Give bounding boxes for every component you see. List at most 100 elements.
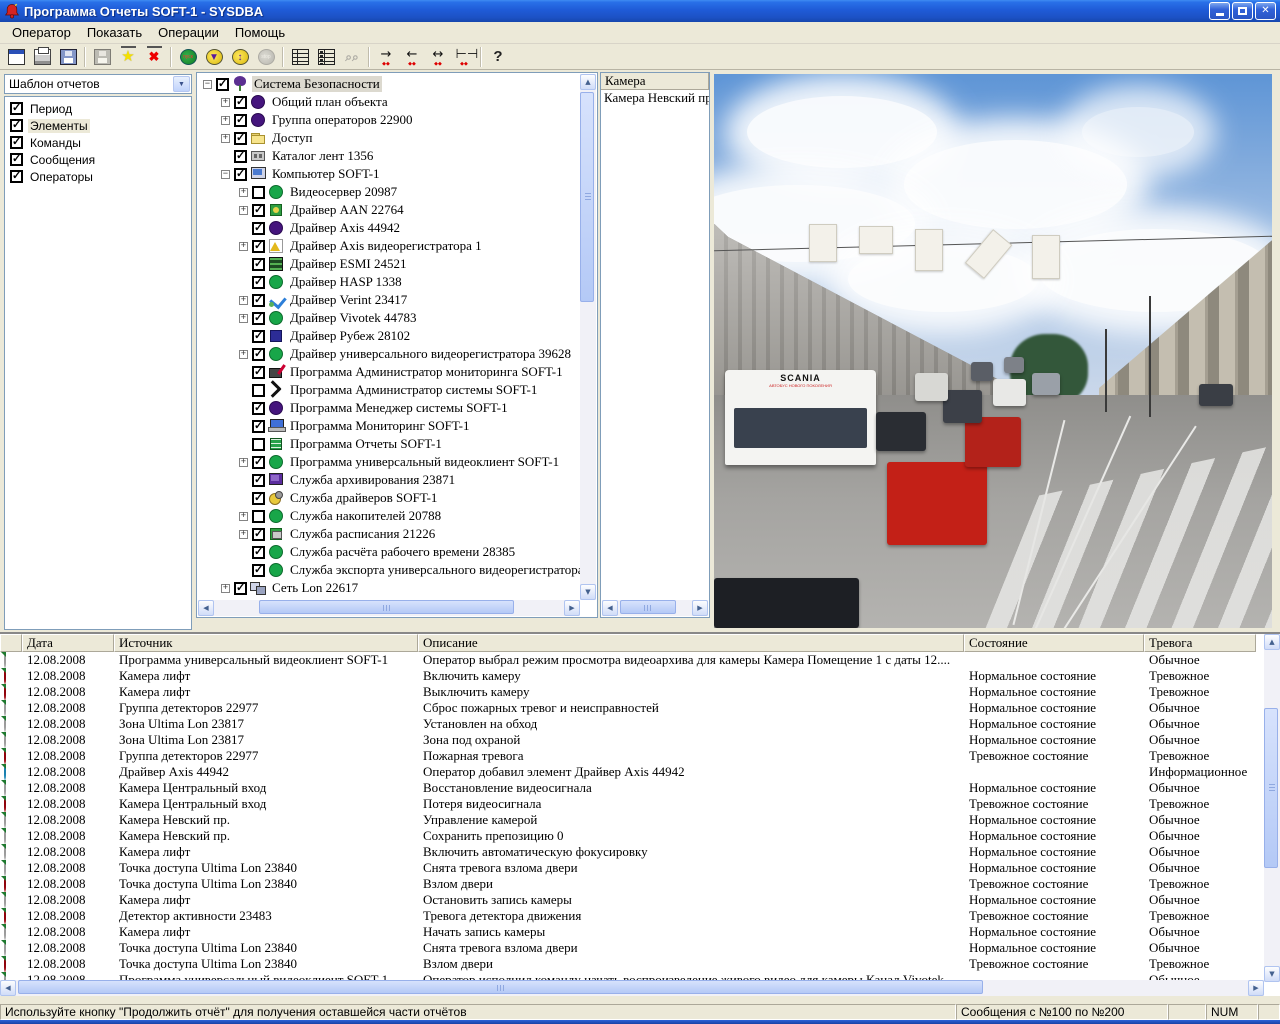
expand-icon[interactable]: + [239,314,248,323]
tree-checkbox[interactable]: ✓ [216,78,229,91]
tree-item-label[interactable]: Система Безопасности [252,76,382,92]
template-option-операторы[interactable]: ✓Операторы [7,168,189,185]
tree-item[interactable]: + Видеосервер 20987 [199,183,580,201]
camera-list-item[interactable]: Камера Невский пр. [601,90,709,106]
expand-icon[interactable]: + [239,458,248,467]
tree-checkbox[interactable]: ✓ [252,528,265,541]
event-row[interactable]: 12.08.2008Зона Ultima Lon 23817Зона под … [0,732,1280,748]
tree-checkbox[interactable]: ✓ [234,96,247,109]
tree-checkbox[interactable]: ✓ [252,564,265,577]
scroll-right-icon[interactable]: ▶ [692,600,708,616]
table-vscroll-track[interactable] [1264,650,1280,966]
tree-item-label[interactable]: Драйвер Рубеж 28102 [288,328,412,344]
column-header-icon[interactable] [0,634,22,652]
new-mark-button[interactable]: ★ [116,46,140,68]
tree-item-label[interactable]: Видеосервер 20987 [288,184,399,200]
tree-item[interactable]: +✓Драйвер Vivotek 44783 [199,309,580,327]
close-button[interactable]: ✕ [1255,2,1276,20]
tree-item[interactable]: −✓Система Безопасности [199,75,580,93]
tree-checkbox[interactable] [252,510,265,523]
tree-item-label[interactable]: Драйвер Axis 44942 [288,220,402,236]
expand-icon[interactable]: + [221,116,230,125]
table-vscroll-thumb[interactable] [1264,708,1278,868]
tree-item-label[interactable]: Служба расчёта рабочего времени 28385 [288,544,517,560]
tree-item[interactable]: ✓Служба архивирования 23871 [199,471,580,489]
checkbox-icon[interactable]: ✓ [10,170,23,183]
template-option-период[interactable]: ✓Период [7,100,189,117]
tree-vscroll-thumb[interactable] [580,92,594,302]
event-row[interactable]: 12.08.2008Камера Центральный входПотеря … [0,796,1280,812]
interval-expand-button[interactable]: ↔ [426,46,450,68]
tree-item-label[interactable]: Драйвер Axis видеорегистратора 1 [288,238,484,254]
expand-icon[interactable]: + [239,530,248,539]
scroll-up-icon[interactable]: ▲ [580,74,596,90]
column-header-Дата[interactable]: Дата [22,634,114,652]
tree-item[interactable]: ✓Программа Мониторинг SOFT-1 [199,417,580,435]
tree-checkbox[interactable]: ✓ [252,546,265,559]
tree-item-label[interactable]: Программа Администратор системы SOFT-1 [288,382,539,398]
expand-icon[interactable]: + [239,242,248,251]
delete-mark-button[interactable]: ✖ [142,46,166,68]
scroll-left-icon[interactable]: ◀ [602,600,618,616]
save-button[interactable] [56,46,80,68]
tree-checkbox[interactable]: ✓ [252,402,265,415]
tree-item-label[interactable]: Служба драйверов SOFT-1 [288,490,439,506]
expand-icon[interactable]: + [239,188,248,197]
scroll-up-icon[interactable]: ▲ [1264,634,1280,650]
column-header-Состояние[interactable]: Состояние [964,634,1144,652]
tree-item[interactable]: +✓Драйвер универсального видеорегистрато… [199,345,580,363]
tree-item[interactable]: ✓Служба драйверов SOFT-1 [199,489,580,507]
tree-item-label[interactable]: Общий план объекта [270,94,390,110]
event-row[interactable]: 12.08.2008Камера Невский пр.Сохранить пр… [0,828,1280,844]
tree-item-label[interactable]: Группа операторов 22900 [270,112,415,128]
event-row[interactable]: 12.08.2008Группа детекторов 22977Сброс п… [0,700,1280,716]
event-row[interactable]: 12.08.2008Камера лифтВыключить камеруНор… [0,684,1280,700]
tree-item[interactable]: +✓Драйвер Verint 23417 [199,291,580,309]
column-header-Источник[interactable]: Источник [114,634,418,652]
table-hscroll-track[interactable] [16,980,1248,996]
event-row[interactable]: 12.08.2008Точка доступа Ultima Lon 23840… [0,956,1280,972]
chevron-down-icon[interactable]: ▼ [173,76,190,92]
tree-item[interactable]: + ✓ Служба расписания 21226 [199,525,580,543]
tree-item-label[interactable]: Программа Мониторинг SOFT-1 [288,418,471,434]
expand-icon[interactable]: + [239,512,248,521]
event-row[interactable]: 12.08.2008Зона Ultima Lon 23817Установле… [0,716,1280,732]
expand-icon[interactable]: + [239,296,248,305]
tree-checkbox[interactable]: ✓ [252,366,265,379]
tree-checkbox[interactable]: ✓ [252,240,265,253]
tree-item[interactable]: ✓Драйвер Axis 44942 [199,219,580,237]
tree-item-label[interactable]: Служба расписания 21226 [288,526,437,542]
tree-item-label[interactable]: Служба экспорта универсального видеореги… [288,562,595,578]
tree-item[interactable]: +✓Драйвер AAN 22764 [199,201,580,219]
tree-checkbox[interactable]: ✓ [234,168,247,181]
tree-hscroll-track[interactable] [214,600,564,616]
tree-item[interactable]: + ✓ Программа универсальный видеоклиент SO… [199,453,580,471]
tree-item-label[interactable]: Драйвер ESMI 24521 [288,256,409,272]
event-row[interactable]: 12.08.2008Камера лифтОстановить запись к… [0,892,1280,908]
tree-checkbox[interactable]: ✓ [252,258,265,271]
table-horizontal-scrollbar[interactable]: ◀ ▶ [0,980,1264,996]
report-details-button[interactable] [314,46,338,68]
expand-icon[interactable]: + [239,350,248,359]
tree-item[interactable]: Программа Администратор системы SOFT-1 [199,381,580,399]
event-row[interactable]: 12.08.2008Драйвер Axis 44942Оператор доб… [0,764,1280,780]
event-row[interactable]: 12.08.2008Точка доступа Ultima Lon 23840… [0,876,1280,892]
interval-full-button[interactable]: ⊢⊣ [452,46,476,68]
collapse-icon[interactable]: − [221,170,230,179]
menu-помощь[interactable]: Помощь [227,23,293,42]
tree-item-label[interactable]: Каталог лент 1356 [270,148,375,164]
tree-item[interactable]: ✓ Программа Администратор мониторинга SOF… [199,363,580,381]
event-row[interactable]: 12.08.2008Камера Невский пр.Управление к… [0,812,1280,828]
scroll-left-icon[interactable]: ◀ [0,980,16,996]
tree-checkbox[interactable]: ✓ [252,456,265,469]
pause-report-button[interactable]: ▼ [202,46,226,68]
tree-item-label[interactable]: Программа Администратор мониторинга SOFT… [288,364,565,380]
continue-report-button[interactable]: ↕ [228,46,252,68]
tree-checkbox[interactable] [252,438,265,451]
tree-item-label[interactable]: Программа универсальный видеоклиент SOFT… [288,454,561,470]
expand-icon[interactable]: + [221,584,230,593]
tree-item-label[interactable]: Сеть Lon 22617 [270,580,360,596]
tree-checkbox[interactable]: ✓ [252,276,265,289]
event-row[interactable]: 12.08.2008Группа детекторов 22977Пожарна… [0,748,1280,764]
tree-item[interactable]: ✓Драйвер HASP 1338 [199,273,580,291]
